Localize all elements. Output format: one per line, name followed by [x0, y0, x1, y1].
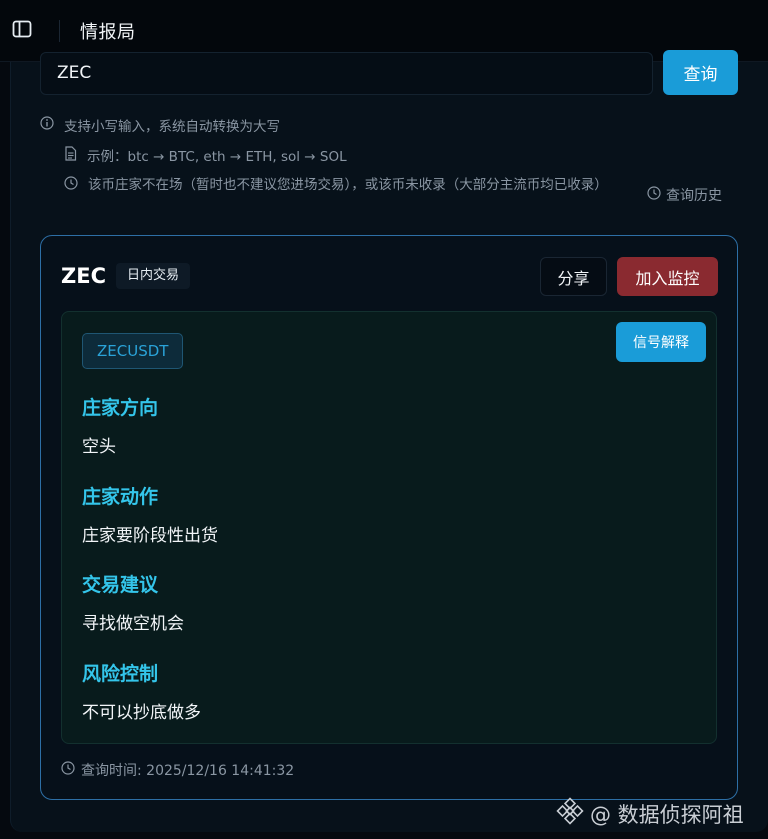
clock-icon [647, 186, 661, 204]
query-time: 查询时间: 2025/12/16 14:41:32 [61, 760, 294, 780]
section-value-advice: 寻找做空机会 [82, 614, 184, 634]
query-history-link[interactable]: 查询历史 [647, 185, 722, 205]
hint-lowercase: 支持小写输入，系统自动转换为大写 [40, 115, 280, 135]
add-monitor-button[interactable]: 加入监控 [617, 257, 718, 296]
clock-icon [61, 761, 75, 779]
section-value-direction: 空头 [82, 437, 116, 457]
info-icon [40, 116, 54, 134]
hint-example-text: 示例：btc → BTC, eth → ETH, sol → SOL [87, 149, 347, 165]
document-icon [64, 145, 77, 165]
watermark: @ 数据侦探阿祖 [556, 797, 744, 830]
section-value-action: 庄家要阶段性出货 [82, 526, 218, 546]
sidebar-toggle-button[interactable] [0, 0, 44, 62]
section-value-risk: 不可以抄底做多 [82, 703, 201, 723]
clock-icon [64, 176, 78, 194]
trading-pair-badge: ZECUSDT [82, 333, 184, 369]
query-button[interactable]: 查询 [663, 50, 738, 95]
hint-example: 示例：btc → BTC, eth → ETH, sol → SOL [64, 145, 347, 165]
query-time-text: 查询时间: 2025/12/16 14:41:32 [81, 763, 295, 779]
section-title-advice: 交易建议 [82, 574, 159, 596]
sidebar-toggle-icon [12, 20, 32, 42]
topbar-divider [59, 19, 60, 42]
share-button[interactable]: 分享 [540, 257, 607, 296]
section-title-risk: 风险控制 [82, 663, 159, 685]
binance-logo-icon [556, 797, 584, 830]
hint-warning-text: 该币庄家不在场（暂时也不建议您进场交易），或该币未收录（大部分主流币均已收录） [88, 177, 608, 193]
hint-lowercase-text: 支持小写输入，系统自动转换为大写 [64, 119, 280, 135]
query-history-label: 查询历史 [666, 188, 722, 204]
section-title-action: 庄家动作 [82, 486, 159, 508]
section-title-direction: 庄家方向 [82, 397, 159, 419]
signal-detail-box: ZECUSDT 信号解释 庄家方向 空头 庄家动作 庄家要阶段性出货 交易建议 … [61, 311, 717, 744]
symbol-search-input[interactable]: ZEC [40, 52, 653, 95]
signal-card: ZEC 日内交易 分享 加入监控 ZECUSDT 信号解释 庄家方向 空头 庄家… [40, 235, 738, 800]
hint-warning: 该币庄家不在场（暂时也不建议您进场交易），或该币未收录（大部分主流币均已收录） [64, 175, 644, 195]
signal-explain-button[interactable]: 信号解释 [616, 322, 706, 362]
watermark-text: @ 数据侦探阿祖 [590, 802, 744, 827]
trade-type-badge: 日内交易 [116, 263, 191, 289]
app-title: 情报局 [80, 21, 136, 43]
card-symbol: ZEC [61, 264, 106, 288]
